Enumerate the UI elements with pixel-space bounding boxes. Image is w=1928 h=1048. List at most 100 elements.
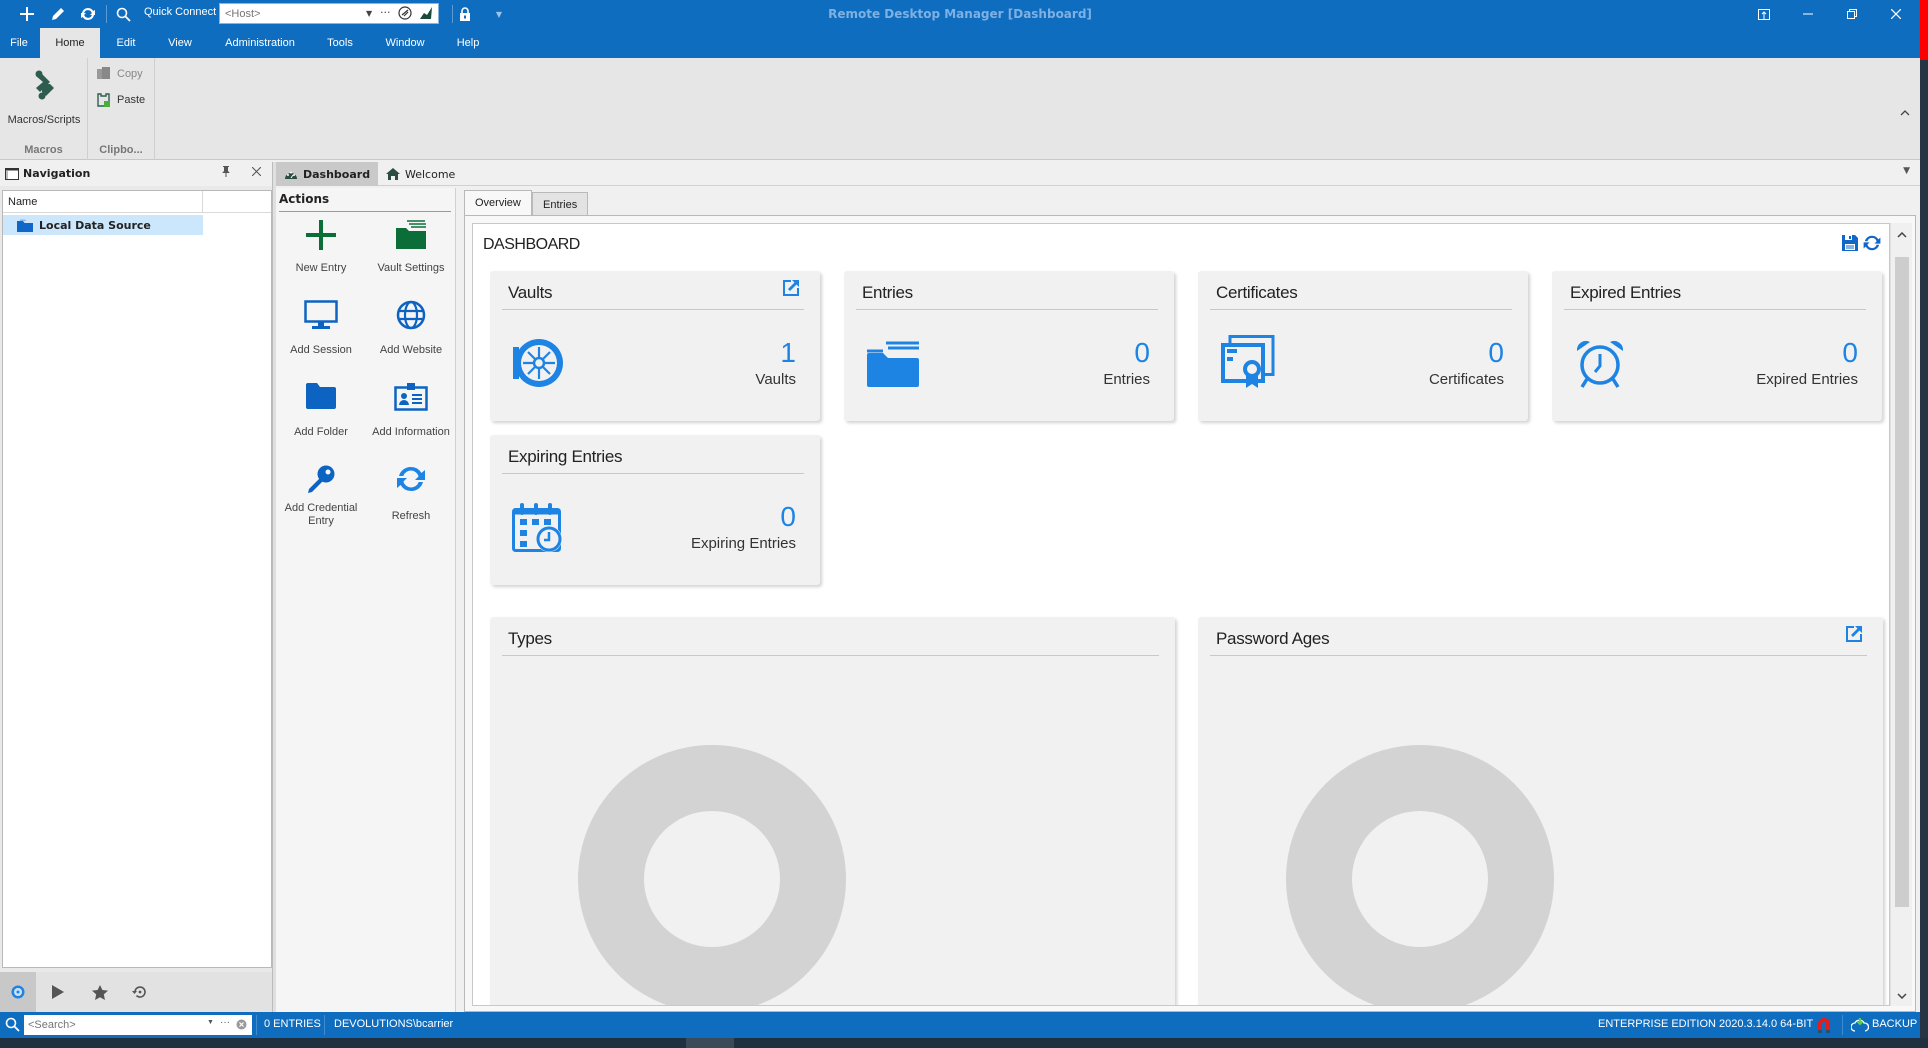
paste-button[interactable]: Paste bbox=[96, 90, 145, 110]
ribbon-collapse-button[interactable] bbox=[1900, 108, 1910, 119]
menu-home[interactable]: Home bbox=[40, 28, 100, 58]
clear-search-icon[interactable] bbox=[236, 1019, 247, 1033]
action-add-website[interactable]: Add Website bbox=[366, 300, 456, 380]
tab-overview[interactable]: Overview bbox=[464, 190, 532, 217]
menu-help[interactable]: Help bbox=[452, 28, 484, 58]
separator bbox=[256, 1015, 257, 1035]
taskbar-item[interactable] bbox=[686, 1038, 734, 1048]
action-add-information[interactable]: Add Information bbox=[366, 382, 456, 462]
nav-tab-favorites[interactable] bbox=[82, 972, 118, 1012]
navigation-title: Navigation bbox=[23, 167, 91, 180]
scrollbar-thumb[interactable] bbox=[1895, 257, 1909, 907]
add-button[interactable] bbox=[16, 3, 38, 25]
vault-icon bbox=[11, 985, 25, 999]
actions-panel: Actions New Entry Vault Settings Add Ses… bbox=[276, 188, 456, 1012]
action-label: Vault Settings bbox=[377, 262, 445, 274]
search-field[interactable]: ▼ ··· bbox=[24, 1015, 252, 1035]
refresh-icon bbox=[81, 7, 95, 21]
card-divider bbox=[1564, 309, 1866, 310]
search-options-button[interactable]: ··· bbox=[220, 1017, 230, 1028]
layout-button[interactable] bbox=[1742, 0, 1786, 28]
alarm-clock-icon bbox=[1574, 337, 1626, 392]
action-new-entry[interactable]: New Entry bbox=[276, 218, 366, 298]
nav-tab-vault[interactable] bbox=[0, 972, 36, 1012]
action-label: Add Information bbox=[372, 426, 450, 438]
connect-type-icon[interactable] bbox=[398, 6, 412, 23]
ribbon-group-clipboard: Copy Paste Clipbo... bbox=[88, 58, 155, 160]
tab-entries[interactable]: Entries bbox=[532, 192, 589, 216]
search-dropdown-icon[interactable]: ▼ bbox=[207, 1019, 214, 1026]
tab-dashboard[interactable]: Dashboard bbox=[276, 162, 379, 186]
open-password-ages-link[interactable] bbox=[1845, 625, 1863, 646]
action-vault-settings[interactable]: Vault Settings bbox=[366, 218, 456, 298]
more-button[interactable]: ··· bbox=[380, 6, 391, 19]
menu-file[interactable]: File bbox=[4, 28, 34, 58]
menu-administration[interactable]: Administration bbox=[220, 28, 300, 58]
taskbar bbox=[0, 1038, 1928, 1048]
open-vaults-link[interactable] bbox=[782, 279, 800, 300]
ribbon-group-label: Clipbo... bbox=[99, 144, 143, 156]
close-button[interactable] bbox=[1874, 0, 1918, 28]
close-panel-icon[interactable] bbox=[251, 165, 262, 180]
separator bbox=[1842, 1015, 1843, 1035]
expired-entries-unit: Expired Entries bbox=[1756, 371, 1858, 388]
refresh-button[interactable] bbox=[77, 3, 99, 25]
search-input[interactable] bbox=[28, 1017, 188, 1032]
pin-icon[interactable] bbox=[222, 166, 230, 180]
refresh-dashboard-button[interactable] bbox=[1863, 234, 1881, 255]
plus-icon bbox=[306, 220, 336, 250]
copy-label: Copy bbox=[117, 68, 143, 80]
globe-icon bbox=[396, 300, 426, 330]
scroll-up-button[interactable] bbox=[1891, 223, 1913, 245]
scroll-down-button[interactable] bbox=[1891, 984, 1913, 1006]
status-bar: ▼ ··· 0 ENTRIES DEVOLUTIONS\bcarrier ENT… bbox=[0, 1012, 1920, 1038]
qat-customize-dropdown[interactable]: ▼ bbox=[488, 3, 510, 25]
dashboard-icon bbox=[285, 171, 297, 179]
column-header-name[interactable]: Name bbox=[3, 191, 203, 213]
edit-icon bbox=[52, 8, 64, 20]
action-add-session[interactable]: Add Session bbox=[276, 300, 366, 380]
search-button[interactable] bbox=[112, 3, 134, 25]
tab-list-dropdown[interactable]: ▼ bbox=[1903, 166, 1910, 176]
chart-card-types: Types bbox=[490, 617, 1175, 1005]
nav-tab-history[interactable] bbox=[122, 972, 158, 1012]
donut-empty-ring bbox=[578, 745, 846, 1005]
nav-tab-play[interactable] bbox=[40, 972, 76, 1012]
folder-icon bbox=[306, 383, 336, 409]
host-input[interactable] bbox=[225, 6, 355, 21]
action-refresh[interactable]: Refresh bbox=[366, 464, 456, 544]
lock-button[interactable] bbox=[454, 3, 476, 25]
menu-view[interactable]: View bbox=[162, 28, 198, 58]
quick-connect-label: Quick Connect bbox=[144, 6, 217, 18]
chart-card-password-ages: Password Ages bbox=[1198, 617, 1883, 1005]
backup-button[interactable]: BACKUP bbox=[1872, 1018, 1917, 1030]
play-icon bbox=[52, 985, 64, 999]
current-user: DEVOLUTIONS\bcarrier bbox=[334, 1018, 454, 1030]
tab-welcome[interactable]: Welcome bbox=[378, 162, 463, 186]
host-dropdown-icon[interactable]: ▼ bbox=[366, 9, 372, 18]
certificates-count: 0 bbox=[1488, 337, 1504, 368]
id-card-icon bbox=[394, 383, 428, 411]
menu-bar: File Home Edit View Administration Tools… bbox=[0, 28, 1920, 58]
tree-item-local-data-source[interactable]: Local Data Source bbox=[3, 215, 203, 235]
macros-scripts-button[interactable]: Macros/Scripts bbox=[4, 62, 84, 132]
edit-button[interactable] bbox=[47, 3, 69, 25]
expiring-entries-unit: Expiring Entries bbox=[690, 535, 796, 552]
card-divider bbox=[502, 473, 804, 474]
menu-edit[interactable]: Edit bbox=[110, 28, 142, 58]
card-divider bbox=[502, 655, 1159, 656]
restore-button[interactable] bbox=[1830, 0, 1874, 28]
connect-go-icon[interactable] bbox=[418, 5, 434, 24]
dashboard-scrollbar[interactable] bbox=[1890, 223, 1912, 1006]
menu-window[interactable]: Window bbox=[382, 28, 428, 58]
quick-connect-host-field[interactable]: ▼ ··· bbox=[219, 3, 439, 24]
minimize-button[interactable] bbox=[1786, 0, 1830, 28]
action-add-folder[interactable]: Add Folder bbox=[276, 382, 366, 462]
magnet-icon[interactable] bbox=[1817, 1017, 1831, 1036]
document-tabs: Dashboard Welcome ▼ bbox=[276, 162, 1920, 186]
search-icon bbox=[116, 7, 131, 22]
action-add-credential-entry[interactable]: Add Credential Entry bbox=[276, 464, 366, 544]
save-layout-button[interactable] bbox=[1841, 234, 1859, 255]
copy-button[interactable]: Copy bbox=[96, 64, 143, 84]
menu-tools[interactable]: Tools bbox=[322, 28, 358, 58]
